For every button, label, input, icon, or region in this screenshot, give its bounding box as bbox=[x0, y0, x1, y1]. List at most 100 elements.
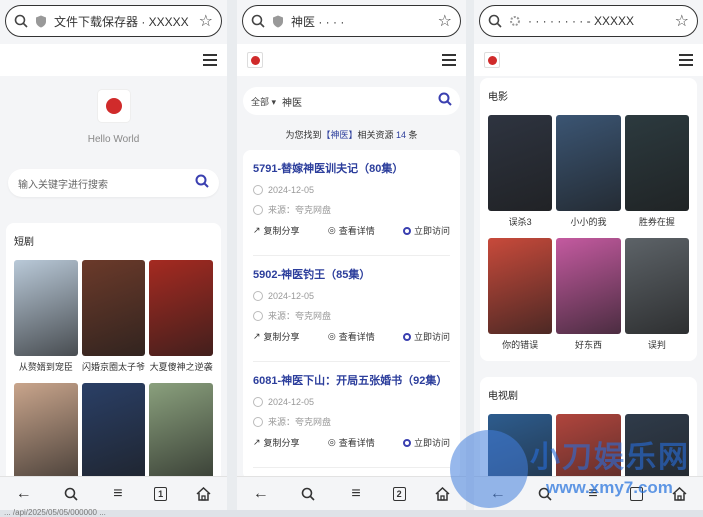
address-bar[interactable]: 文件下载保存器 · XXXXX ☆ bbox=[5, 5, 222, 37]
search-icon[interactable] bbox=[297, 483, 319, 505]
star-icon[interactable]: ☆ bbox=[199, 11, 213, 31]
star-icon[interactable]: ☆ bbox=[675, 11, 689, 31]
home-icon[interactable] bbox=[668, 483, 690, 505]
share-icon: ↗ bbox=[253, 331, 261, 341]
back-icon[interactable]: ← bbox=[487, 483, 509, 505]
back-icon[interactable]: ← bbox=[250, 483, 272, 505]
poster-card[interactable]: 闪婚京圈太子爷 bbox=[81, 260, 146, 379]
search-icon[interactable] bbox=[534, 483, 556, 505]
menu-icon[interactable]: ≡ bbox=[345, 483, 367, 505]
detail-button[interactable]: ◎ 查看详情 bbox=[328, 330, 375, 343]
address-bar[interactable]: · · · · · · · · - XXXXX ☆ bbox=[479, 5, 698, 37]
poster-title: 好东西 bbox=[574, 340, 602, 350]
site-logo[interactable] bbox=[247, 52, 263, 68]
result-source: 来源：夸克网盘 bbox=[253, 415, 450, 428]
bottom-nav: ← ≡ bbox=[474, 476, 703, 510]
visit-button[interactable]: 立即访问 bbox=[402, 224, 450, 237]
poster-card[interactable] bbox=[14, 383, 78, 489]
poster-grid: 从赘婿到宠臣 闪婚京圈太子爷 大夏傻神之逆袭 bbox=[14, 260, 213, 489]
result-title[interactable]: 5791-替嫁神医训夫记（80集） bbox=[253, 160, 450, 176]
menu-icon[interactable] bbox=[203, 54, 217, 66]
result-title[interactable]: 6081-神医下山：开局五张婚书（92集） bbox=[253, 372, 450, 388]
footer-url: ... /api/2025/05/05/000000 ... bbox=[4, 508, 106, 517]
poster-image bbox=[14, 260, 78, 356]
result-actions: ↗ 复制分享 ◎ 查看详情 立即访问 bbox=[253, 224, 450, 237]
found-keyword: 【神医】 bbox=[321, 130, 358, 140]
star-icon[interactable]: ☆ bbox=[438, 11, 452, 31]
search-icon bbox=[14, 14, 28, 28]
back-icon[interactable]: ← bbox=[13, 483, 35, 505]
poster-title: 小小的我 bbox=[570, 217, 607, 227]
detail-label: 查看详情 bbox=[338, 332, 375, 342]
search-icon[interactable] bbox=[195, 174, 209, 193]
detail-label: 查看详情 bbox=[338, 438, 375, 448]
result-title[interactable]: 5902-神医钓王（85集） bbox=[253, 266, 450, 282]
category-select[interactable]: 全部 ▾ bbox=[251, 95, 276, 108]
search-icon[interactable] bbox=[438, 92, 452, 111]
poster-image bbox=[149, 383, 213, 479]
visit-icon bbox=[402, 438, 411, 447]
detail-button[interactable]: ◎ 查看详情 bbox=[328, 224, 375, 237]
visit-button[interactable]: 立即访问 bbox=[402, 330, 450, 343]
poster-image bbox=[488, 238, 553, 334]
poster-card[interactable]: 小小的我 bbox=[556, 115, 621, 234]
poster-card[interactable]: 你的错误 bbox=[488, 238, 553, 357]
home-icon[interactable] bbox=[192, 483, 214, 505]
tab-count-button[interactable] bbox=[629, 486, 643, 501]
address-bar[interactable]: 神医 · · · · ☆ bbox=[242, 5, 461, 37]
menu-icon[interactable] bbox=[442, 54, 456, 66]
shield-icon bbox=[34, 14, 48, 28]
url-text: 文件下载保存器 · XXXXX bbox=[54, 14, 189, 29]
visit-button[interactable]: 立即访问 bbox=[402, 436, 450, 449]
poster-image bbox=[149, 260, 213, 356]
result-actions: ↗ 复制分享 ◎ 查看详情 立即访问 bbox=[253, 436, 450, 449]
search-input[interactable]: 神医 bbox=[282, 94, 432, 109]
share-button[interactable]: ↗ 复制分享 bbox=[253, 224, 300, 237]
search-input[interactable]: 输入关键字进行搜索 bbox=[8, 169, 219, 197]
poster-card[interactable] bbox=[81, 383, 146, 489]
poster-title: 你的错误 bbox=[502, 340, 539, 350]
search-placeholder: 输入关键字进行搜索 bbox=[18, 179, 108, 191]
date-text: 2024-12-05 bbox=[268, 291, 315, 301]
menu-icon[interactable]: ≡ bbox=[107, 483, 129, 505]
poster-card[interactable]: 误判 bbox=[624, 238, 689, 357]
eye-icon: ◎ bbox=[327, 331, 336, 341]
result-date: 2024-12-05 bbox=[253, 397, 450, 407]
poster-image bbox=[488, 115, 553, 211]
search-bar[interactable]: 全部 ▾ 神医 bbox=[243, 87, 460, 115]
poster-title: 闪婚京圈太子爷 bbox=[81, 362, 145, 372]
search-icon[interactable] bbox=[60, 483, 82, 505]
clock-icon bbox=[253, 185, 263, 195]
site-header bbox=[0, 44, 227, 76]
poster-card[interactable]: 从赘婿到宠臣 bbox=[14, 260, 78, 379]
url-text: 神医 · · · · bbox=[291, 14, 345, 29]
date-text: 2024-12-05 bbox=[268, 397, 315, 407]
poster-card[interactable]: 大夏傻神之逆袭 bbox=[149, 260, 213, 379]
poster-card[interactable]: 好东西 bbox=[556, 238, 621, 357]
category-label: 全部 bbox=[251, 96, 270, 107]
result-item: 5791-替嫁神医训夫记（80集） 2024-12-05 来源：夸克网盘 ↗ 复制分享 ◎… bbox=[253, 150, 450, 256]
bottom-nav: ← ≡ 2 bbox=[237, 476, 466, 510]
result-count: 为您找到【神医】相关资源 14 条 bbox=[237, 128, 466, 141]
site-logo[interactable] bbox=[484, 52, 500, 68]
menu-icon[interactable]: ≡ bbox=[582, 483, 604, 505]
tab-count-button[interactable]: 2 bbox=[392, 486, 406, 501]
settings-icon bbox=[508, 14, 522, 28]
menu-icon[interactable] bbox=[679, 54, 693, 66]
tab-count-button[interactable]: 1 bbox=[154, 486, 168, 501]
poster-card[interactable]: 胜券在握 bbox=[624, 115, 689, 234]
share-button[interactable]: ↗ 复制分享 bbox=[253, 330, 300, 343]
poster-image bbox=[556, 115, 621, 211]
source-icon bbox=[253, 204, 263, 215]
source-text: 来源：夸克网盘 bbox=[268, 205, 332, 215]
poster-card[interactable] bbox=[149, 383, 213, 489]
poster-card[interactable]: 误杀3 bbox=[488, 115, 553, 234]
result-date: 2024-12-05 bbox=[253, 185, 450, 195]
share-button[interactable]: ↗ 复制分享 bbox=[253, 436, 300, 449]
poster-image bbox=[81, 260, 146, 356]
visit-label: 立即访问 bbox=[413, 438, 450, 448]
detail-button[interactable]: ◎ 查看详情 bbox=[328, 436, 375, 449]
found-mid: 相关资源 bbox=[357, 130, 394, 140]
site-logo bbox=[97, 90, 130, 122]
home-icon[interactable] bbox=[431, 483, 453, 505]
